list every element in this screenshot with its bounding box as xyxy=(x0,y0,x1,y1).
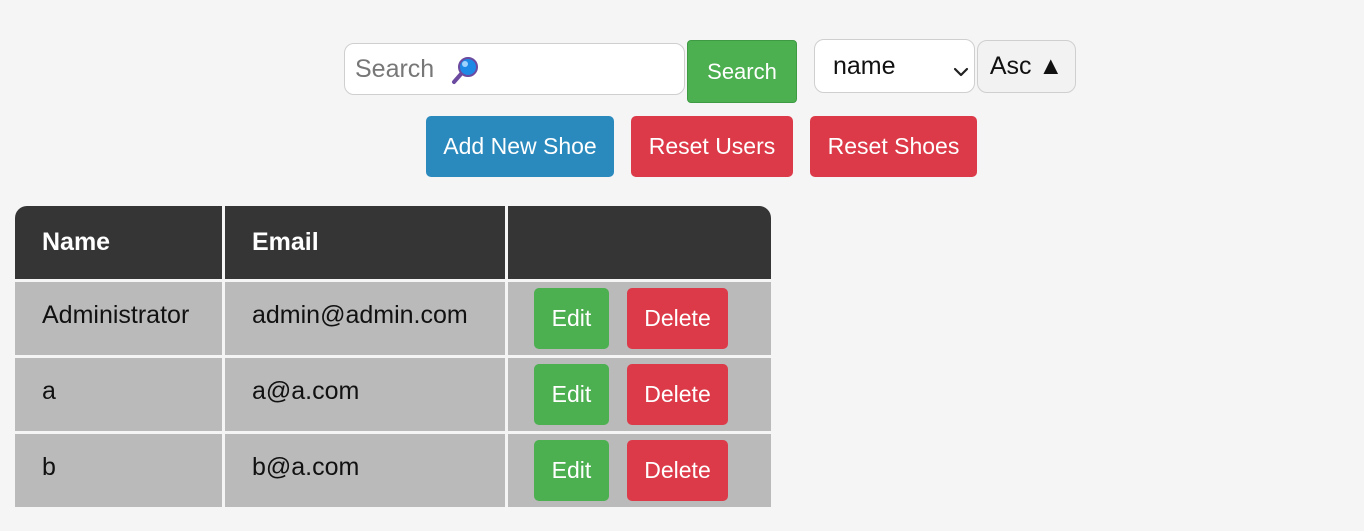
sort-field-value: name xyxy=(833,52,896,80)
row-actions: Edit Delete xyxy=(508,358,771,431)
delete-button[interactable]: Delete xyxy=(627,440,728,501)
delete-button[interactable]: Delete xyxy=(627,364,728,425)
header-name: Name xyxy=(15,206,222,279)
row-actions: Edit Delete xyxy=(508,282,771,355)
row-name: Administrator xyxy=(15,282,222,355)
row-name: a xyxy=(15,358,222,431)
table-header: Name Email xyxy=(15,206,771,279)
search-field[interactable] xyxy=(344,43,685,95)
search-input[interactable] xyxy=(355,54,449,84)
table-row: Administrator admin@admin.com Edit Delet… xyxy=(15,282,771,355)
delete-button[interactable]: Delete xyxy=(627,288,728,349)
chevron-down-icon xyxy=(953,58,969,77)
search-button[interactable]: Search xyxy=(687,40,797,103)
row-email: b@a.com xyxy=(225,434,505,507)
row-name: b xyxy=(15,434,222,507)
table-row: b b@a.com Edit Delete xyxy=(15,434,771,507)
sort-field-select[interactable]: name xyxy=(814,39,975,93)
magnifying-glass-icon xyxy=(451,55,481,85)
header-email: Email xyxy=(225,206,505,279)
edit-button[interactable]: Edit xyxy=(534,440,609,501)
header-actions xyxy=(508,206,771,279)
reset-shoes-button[interactable]: Reset Shoes xyxy=(810,116,977,177)
page: Search name Asc ▲ Add New Shoe Reset Use… xyxy=(0,0,1364,531)
row-actions: Edit Delete xyxy=(508,434,771,507)
sort-order-button[interactable]: Asc ▲ xyxy=(977,40,1076,93)
reset-users-button[interactable]: Reset Users xyxy=(631,116,793,177)
edit-button[interactable]: Edit xyxy=(534,364,609,425)
edit-button[interactable]: Edit xyxy=(534,288,609,349)
users-table: Name Email Administrator admin@admin.com… xyxy=(15,206,771,507)
table-row: a a@a.com Edit Delete xyxy=(15,358,771,431)
row-email: admin@admin.com xyxy=(225,282,505,355)
row-email: a@a.com xyxy=(225,358,505,431)
add-new-shoe-button[interactable]: Add New Shoe xyxy=(426,116,614,177)
